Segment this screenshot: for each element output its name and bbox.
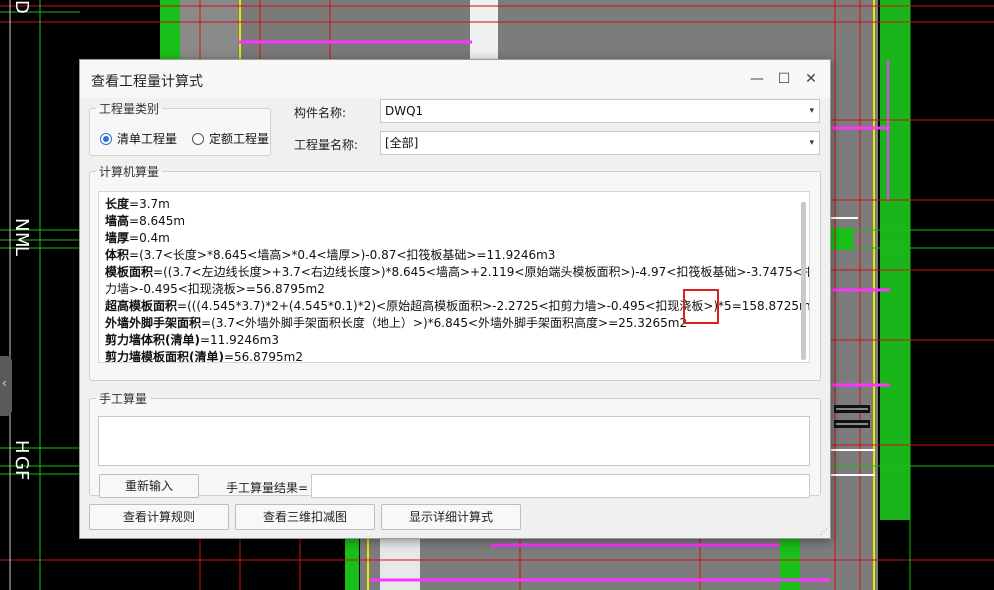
component-name-select[interactable]: DWQ1 ▾ [380, 99, 820, 123]
view-3d-deduction-button[interactable]: 查看三维扣减图 [235, 504, 375, 530]
formula-line: 剪力墙模板面积(清单)=56.8795m2 [105, 350, 303, 363]
manual-calc-group: 手工算量 重新输入 手工算量结果= [89, 390, 821, 498]
quantity-category-group: 工程量类别 清单工程量 定额工程量 [89, 100, 271, 156]
close-button[interactable]: ✕ [800, 69, 822, 89]
view-calc-rules-button[interactable]: 查看计算规则 [89, 504, 229, 530]
radio-unchecked-icon [192, 132, 204, 145]
axis-label-g: G [11, 456, 32, 470]
show-detail-formula-button[interactable]: 显示详细计算式 [381, 504, 521, 530]
formula-line: 墙高=8.645m [105, 214, 186, 228]
computer-calc-group: 计算机算量 长度=3.7m 墙高=8.645m 墙厚=0.4m 体积=(3.7<… [89, 163, 821, 381]
formula-line: 体积=(3.7<长度>*8.645<墙高>*0.4<墙厚>)-0.87<扣筏板基… [105, 248, 556, 262]
manual-result-input[interactable] [311, 474, 810, 498]
radio-quota-quantity[interactable]: 定额工程量 [192, 130, 269, 147]
highlight-annotation-box [683, 289, 719, 324]
manual-result-label: 手工算量结果= [226, 481, 309, 495]
dropdown-arrow-icon: ▾ [809, 138, 814, 148]
axis-label-d: D [11, 0, 32, 14]
dialog-titlebar[interactable]: 查看工程量计算式 — ☐ ✕ [80, 60, 830, 98]
radio-bill-quantity-label: 清单工程量 [117, 132, 178, 146]
component-name-label: 构件名称: [294, 106, 347, 120]
minimize-button[interactable]: — [746, 69, 768, 89]
maximize-button[interactable]: ☐ [773, 69, 795, 89]
dropdown-arrow-icon: ▾ [809, 106, 814, 116]
axis-label-f: F [11, 470, 32, 481]
radio-checked-icon [100, 132, 112, 145]
formula-line: 模板面积=((3.7<左边线长度>+3.7<右边线长度>)*8.645<墙高>+… [105, 265, 810, 279]
side-panel-toggle[interactable]: ‹ [0, 356, 12, 416]
formula-line: 墙厚=0.4m [105, 231, 170, 245]
axis-label-l: L [11, 246, 32, 257]
calc-formula-area[interactable]: 长度=3.7m 墙高=8.645m 墙厚=0.4m 体积=(3.7<长度>*8.… [98, 191, 810, 363]
quantity-formula-dialog: 查看工程量计算式 — ☐ ✕ 工程量类别 清单工程量 定额工程量 构件名称: D… [79, 59, 831, 539]
manual-calc-legend: 手工算量 [99, 392, 148, 406]
formula-line: 力墙>-0.495<扣现浇板>=56.8795m2 [105, 282, 325, 296]
formula-line: 长度=3.7m [105, 197, 170, 211]
component-name-value: DWQ1 [385, 104, 424, 118]
manual-calc-input[interactable] [98, 416, 810, 466]
formula-line: 剪力墙体积(清单)=11.9246m3 [105, 333, 279, 347]
vertical-scrollbar[interactable] [801, 202, 806, 360]
radio-bill-quantity[interactable]: 清单工程量 [100, 130, 177, 147]
quantity-name-value: [全部] [385, 136, 419, 150]
computer-calc-legend: 计算机算量 [99, 165, 160, 179]
resize-grip-icon[interactable]: ⋰ [820, 528, 828, 536]
dialog-title: 查看工程量计算式 [91, 74, 203, 90]
chevron-left-icon: ‹ [2, 376, 7, 390]
axis-label-n: N [11, 218, 32, 232]
quantity-name-label: 工程量名称: [294, 138, 359, 152]
radio-quota-quantity-label: 定额工程量 [209, 132, 270, 146]
quantity-category-legend: 工程量类别 [99, 102, 160, 116]
reenter-button[interactable]: 重新输入 [99, 474, 199, 498]
axis-label-h: H [11, 440, 32, 454]
quantity-name-select[interactable]: [全部] ▾ [380, 131, 820, 155]
formula-line: 外墙外脚手架面积=(3.7<外墙外脚手架面积长度（地上）>)*6.845<外墙外… [105, 316, 688, 330]
